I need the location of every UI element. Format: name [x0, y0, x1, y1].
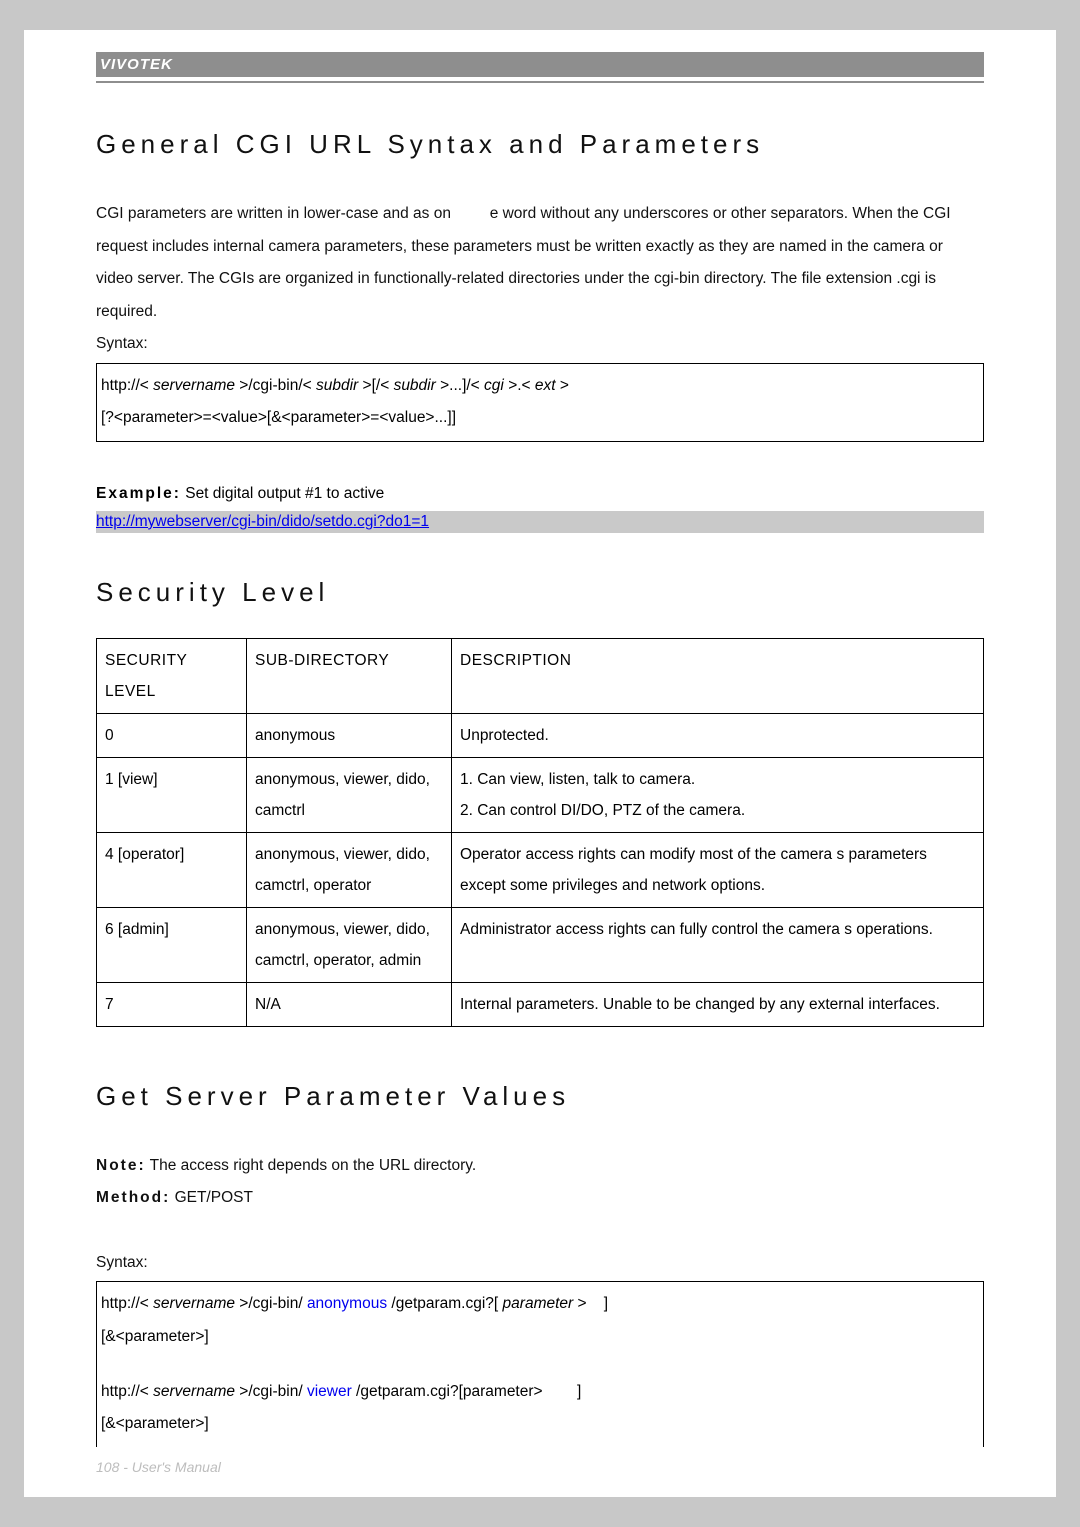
brand-text: VIVOTEK: [100, 56, 173, 73]
heading-security-level: Security Level: [96, 577, 984, 608]
cell-level: 0: [97, 713, 247, 757]
table-row: 7 N/A Internal parameters. Unable to be …: [97, 982, 984, 1026]
table-row: 1 [view] anonymous, viewer, dido, camctr…: [97, 757, 984, 832]
syntax-label-2: Syntax:: [96, 1247, 984, 1280]
cell-desc: Unprotected.: [452, 713, 984, 757]
t: http://<: [101, 1295, 149, 1312]
t: >...]/<: [440, 377, 480, 394]
note-text: The access right depends on the URL dire…: [146, 1157, 477, 1174]
kw-servername: servername: [153, 377, 235, 394]
th-desc: DESCRIPTION: [452, 638, 984, 713]
brand-rule: [96, 81, 984, 83]
t: >.<: [508, 377, 530, 394]
cell-subdir: anonymous, viewer, dido, camctrl, operat…: [247, 907, 452, 982]
syntax-block-anonymous-2: [&<parameter>]: [101, 1321, 979, 1354]
kw-ext: ext: [535, 377, 556, 394]
syntax-line-2: [?<parameter>=<value>[&<parameter>=<valu…: [101, 402, 979, 435]
table-row: 4 [operator] anonymous, viewer, dido, ca…: [97, 832, 984, 907]
t: >: [560, 377, 569, 394]
page: VIVOTEK General CGI URL Syntax and Param…: [24, 30, 1056, 1497]
method-label: Method:: [96, 1189, 170, 1206]
syntax-box-1: http://< servername >/cgi-bin/< subdir >…: [96, 363, 984, 442]
security-table: SECURITY LEVEL SUB-DIRECTORY DESCRIPTION…: [96, 638, 984, 1027]
table-row: 0 anonymous Unprotected.: [97, 713, 984, 757]
kw-anonymous: anonymous: [307, 1295, 387, 1312]
kw-subdir: subdir: [394, 377, 436, 394]
cell-level: 7: [97, 982, 247, 1026]
t: >[/<: [363, 377, 390, 394]
t: /getparam.cgi?[: [391, 1295, 498, 1312]
example-url-block: http://mywebserver/cgi-bin/dido/setdo.cg…: [96, 511, 984, 533]
example-label: Example:: [96, 485, 181, 502]
kw-subdir: subdir: [316, 377, 358, 394]
cell-subdir: anonymous, viewer, dido, camctrl: [247, 757, 452, 832]
cell-desc: 1. Can view, listen, talk to camera. 2. …: [452, 757, 984, 832]
cell-level: 1 [view]: [97, 757, 247, 832]
cell-desc: Administrator access rights can fully co…: [452, 907, 984, 982]
example-url-link[interactable]: http://mywebserver/cgi-bin/dido/setdo.cg…: [96, 513, 429, 530]
intro-paragraph: CGI parameters are written in lower-case…: [96, 198, 984, 328]
example-text: Set digital output #1 to active: [181, 485, 384, 502]
kw-servername: servername: [153, 1383, 235, 1400]
th-level: SECURITY LEVEL: [97, 638, 247, 713]
cell-subdir: N/A: [247, 982, 452, 1026]
cell-level: 4 [operator]: [97, 832, 247, 907]
syntax-block-anonymous: http://< servername >/cgi-bin/ anonymous…: [101, 1288, 979, 1321]
kw-cgi: cgi: [484, 377, 504, 394]
kw-parameter: parameter: [503, 1295, 574, 1312]
heading-get-server-params: Get Server Parameter Values: [96, 1081, 984, 1112]
t: /getparam.cgi?[parameter> ]: [356, 1383, 581, 1400]
note-line: Note: The access right depends on the UR…: [96, 1150, 984, 1183]
t: http://<: [101, 1383, 149, 1400]
syntax-block-viewer: http://< servername >/cgi-bin/ viewer /g…: [101, 1376, 979, 1409]
syntax-line-1: http://< servername >/cgi-bin/< subdir >…: [101, 370, 979, 403]
table-header-row: SECURITY LEVEL SUB-DIRECTORY DESCRIPTION: [97, 638, 984, 713]
kw-viewer: viewer: [307, 1383, 352, 1400]
t: >/cgi-bin/: [239, 1295, 302, 1312]
heading-general-cgi: General CGI URL Syntax and Parameters: [96, 129, 984, 160]
kw-servername: servername: [153, 1295, 235, 1312]
syntax-label-1: Syntax:: [96, 328, 984, 361]
cell-desc: Operator access rights can modify most o…: [452, 832, 984, 907]
method-text: GET/POST: [170, 1189, 253, 1206]
brand-bar: VIVOTEK: [96, 52, 984, 77]
method-line: Method: GET/POST: [96, 1182, 984, 1215]
syntax-block-viewer-2: [&<parameter>]: [101, 1408, 979, 1441]
syntax-box-2: http://< servername >/cgi-bin/ anonymous…: [96, 1281, 984, 1446]
th-subdir: SUB-DIRECTORY: [247, 638, 452, 713]
t: >/cgi-bin/<: [239, 377, 311, 394]
page-number: 108 - User's Manual: [96, 1459, 221, 1475]
cell-desc: Internal parameters. Unable to be change…: [452, 982, 984, 1026]
cell-subdir: anonymous: [247, 713, 452, 757]
cell-level: 6 [admin]: [97, 907, 247, 982]
t: >/cgi-bin/: [239, 1383, 302, 1400]
note-label: Note:: [96, 1157, 146, 1174]
example-line: Example: Set digital output #1 to active: [96, 478, 984, 509]
t: > ]: [578, 1295, 609, 1312]
cell-subdir: anonymous, viewer, dido, camctrl, operat…: [247, 832, 452, 907]
table-row: 6 [admin] anonymous, viewer, dido, camct…: [97, 907, 984, 982]
t: http://<: [101, 377, 149, 394]
